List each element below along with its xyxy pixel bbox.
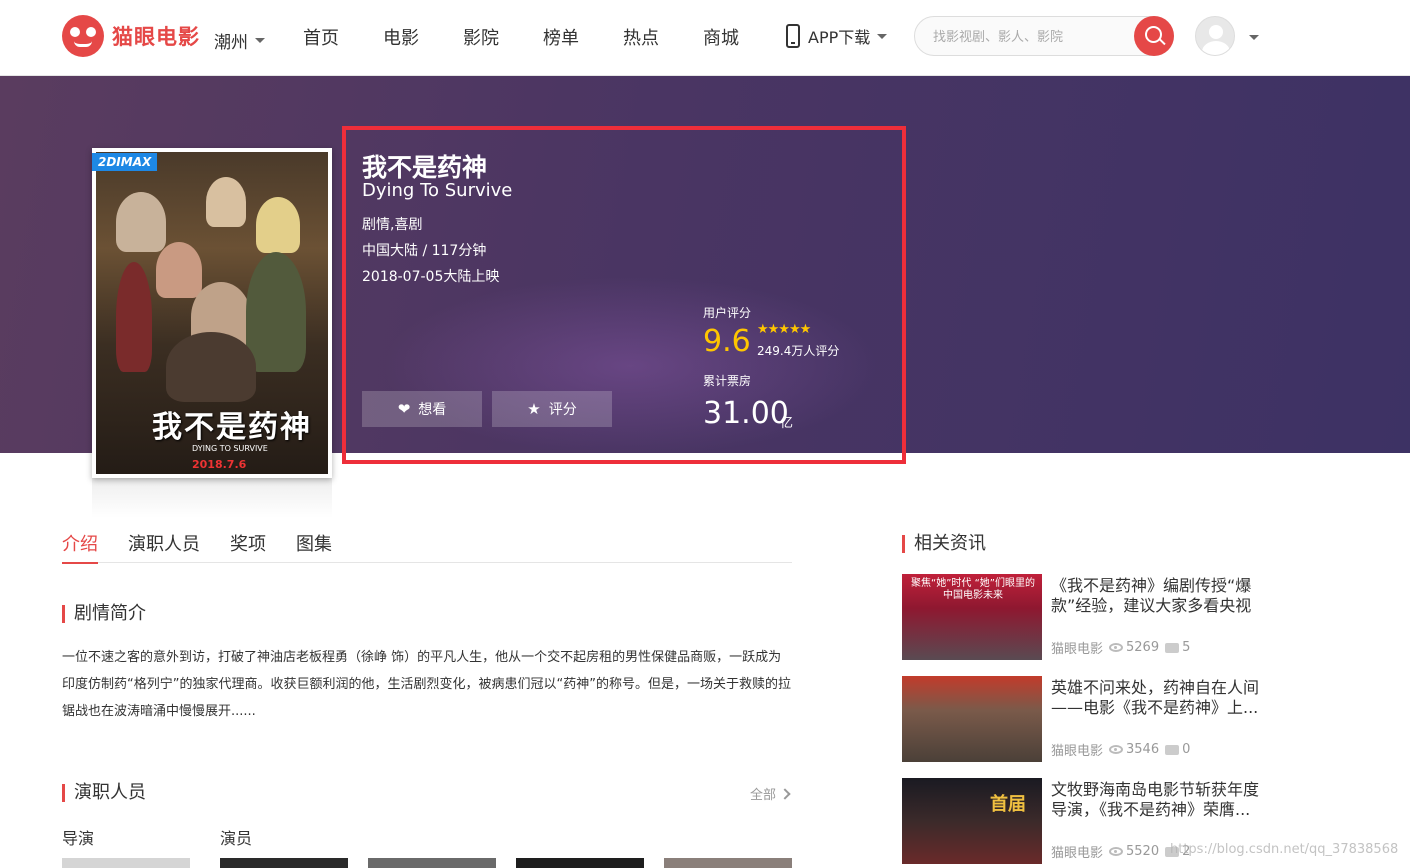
chevron-right-icon	[779, 787, 791, 800]
news-item[interactable]: 英雄不问来处，药神自在人间——电影《我不是药神》上... 猫眼电影 3546 0	[902, 676, 1262, 762]
news-thumbnail-caption: 聚焦“她”时代 “她”们眼里的中国电影未来	[911, 578, 1035, 601]
heart-icon: ❤	[397, 400, 411, 418]
search-input[interactable]	[933, 27, 1123, 47]
maoyan-logo[interactable]: 猫眼电影	[62, 15, 200, 57]
box-office-unit: 亿	[780, 416, 794, 431]
want-label: 想看	[418, 402, 447, 418]
format-badge: 2DIMAX	[92, 153, 158, 171]
news-title: 文牧野海南岛电影节斩获年度导演，《我不是药神》荣膺...	[1051, 780, 1260, 819]
user-rating-score: 9.6	[703, 324, 751, 359]
phone-icon	[786, 24, 800, 48]
actor-photo[interactable]	[368, 858, 496, 868]
caret-down-icon	[877, 33, 888, 39]
cast-all-link[interactable]: 全部	[750, 784, 791, 803]
cat-logo-icon	[62, 15, 104, 57]
nav-rankings[interactable]: 榜单	[543, 24, 579, 50]
actor-photo[interactable]	[664, 858, 792, 868]
director-label: 导演	[62, 829, 95, 848]
news-thumbnail: 聚焦“她”时代 “她”们眼里的中国电影未来	[902, 574, 1042, 660]
news-source: 猫眼电影	[1051, 744, 1104, 759]
actor-photo[interactable]	[516, 858, 644, 868]
movie-genre: 剧情,喜剧	[362, 217, 423, 233]
csdn-watermark: https://blog.csdn.net/qq_37838568	[1170, 842, 1399, 857]
tab-gallery[interactable]: 图集	[296, 530, 332, 563]
actor-label: 演员	[220, 829, 253, 848]
eye-icon	[1109, 643, 1124, 652]
rate-button[interactable]: ★ 评分	[492, 391, 612, 427]
movie-english-title: Dying To Survive	[362, 180, 513, 201]
nav-hot[interactable]: 热点	[623, 24, 659, 50]
actor-photo[interactable]	[220, 858, 348, 868]
user-avatar[interactable]	[1195, 16, 1235, 56]
news-meta: 猫眼电影 5269 5	[1051, 638, 1190, 657]
news-meta: 猫眼电影 3546 0	[1051, 740, 1190, 759]
nav-home[interactable]: 首页	[303, 24, 339, 50]
box-office-value: 31.00	[703, 396, 789, 431]
search-box	[914, 16, 1174, 56]
search-icon[interactable]	[1134, 16, 1174, 56]
logo-text: 猫眼电影	[112, 25, 200, 49]
tab-intro[interactable]: 介绍	[62, 530, 98, 564]
poster-title: 我不是药神	[152, 410, 312, 445]
movie-region-duration: 中国大陆 / 117分钟	[362, 243, 487, 259]
cast-heading: 演职人员	[62, 784, 146, 802]
caret-down-icon	[255, 38, 265, 43]
city-label: 潮州	[214, 33, 248, 53]
news-title: 英雄不问来处，药神自在人间——电影《我不是药神》上...	[1051, 678, 1260, 717]
synopsis-text: 一位不速之客的意外到访，打破了神油店老板程勇（徐峥 饰）的平凡人生，他从一个交不…	[62, 650, 791, 719]
news-thumbnail-caption: 首届	[990, 794, 1026, 815]
news-views: 3546	[1126, 742, 1160, 757]
news-source: 猫眼电影	[1051, 642, 1104, 657]
eye-icon	[1109, 847, 1124, 856]
box-office-label: 累计票房	[703, 374, 752, 388]
movie-title: 我不是药神	[362, 153, 488, 182]
news-source: 猫眼电影	[1051, 846, 1104, 861]
caret-down-icon[interactable]	[1249, 35, 1259, 40]
tab-cast[interactable]: 演职人员	[128, 530, 200, 563]
poster-subtitle: DYING TO SURVIVE	[192, 444, 268, 453]
eye-icon	[1109, 745, 1124, 754]
detail-tabs: 介绍 演职人员 奖项 图集	[62, 530, 792, 564]
rate-label: 评分	[548, 402, 577, 418]
app-download-label: APP下载	[808, 28, 871, 47]
star-icon: ★	[527, 400, 541, 418]
rating-stars-icon: ★★★★★	[757, 322, 811, 337]
top-header: 猫眼电影 潮州 首页 电影 影院 榜单 热点 商城 APP下载	[0, 0, 1410, 76]
nav-movies[interactable]: 电影	[383, 24, 419, 50]
news-comments: 5	[1182, 640, 1191, 655]
news-heading: 相关资讯	[902, 535, 986, 553]
poster-date: 2018.7.6	[192, 458, 247, 471]
news-views: 5520	[1126, 844, 1160, 859]
synopsis-heading: 剧情简介	[62, 605, 146, 623]
movie-release-date: 2018-07-05大陆上映	[362, 269, 500, 285]
news-item[interactable]: 聚焦“她”时代 “她”们眼里的中国电影未来 《我不是药神》编剧传授“爆款”经验，…	[902, 574, 1262, 660]
news-title: 《我不是药神》编剧传授“爆款”经验，建议大家多看央视	[1051, 576, 1252, 615]
movie-poster[interactable]: 我不是药神 DYING TO SURVIVE 2018.7.6	[92, 148, 332, 478]
comment-icon	[1165, 744, 1180, 755]
all-label: 全部	[750, 788, 777, 803]
news-views: 5269	[1126, 640, 1160, 655]
news-comments: 0	[1182, 742, 1191, 757]
news-thumbnail: 首届	[902, 778, 1042, 864]
news-thumbnail	[902, 676, 1042, 762]
rating-count: 249.4万人评分	[757, 344, 840, 358]
director-photo[interactable]	[62, 858, 190, 868]
comment-icon	[1165, 642, 1180, 653]
app-download-menu[interactable]: APP下载	[786, 24, 888, 48]
nav-mall[interactable]: 商城	[703, 24, 739, 50]
poster-reflection	[92, 478, 332, 518]
want-to-see-button[interactable]: ❤ 想看	[362, 391, 482, 427]
main-nav: 首页 电影 影院 榜单 热点 商城	[303, 24, 783, 50]
city-selector[interactable]: 潮州	[214, 28, 265, 53]
nav-cinemas[interactable]: 影院	[463, 24, 499, 50]
user-rating-label: 用户评分	[703, 306, 752, 320]
poster-image: 我不是药神 DYING TO SURVIVE 2018.7.6	[96, 152, 328, 474]
tab-awards[interactable]: 奖项	[230, 530, 266, 563]
